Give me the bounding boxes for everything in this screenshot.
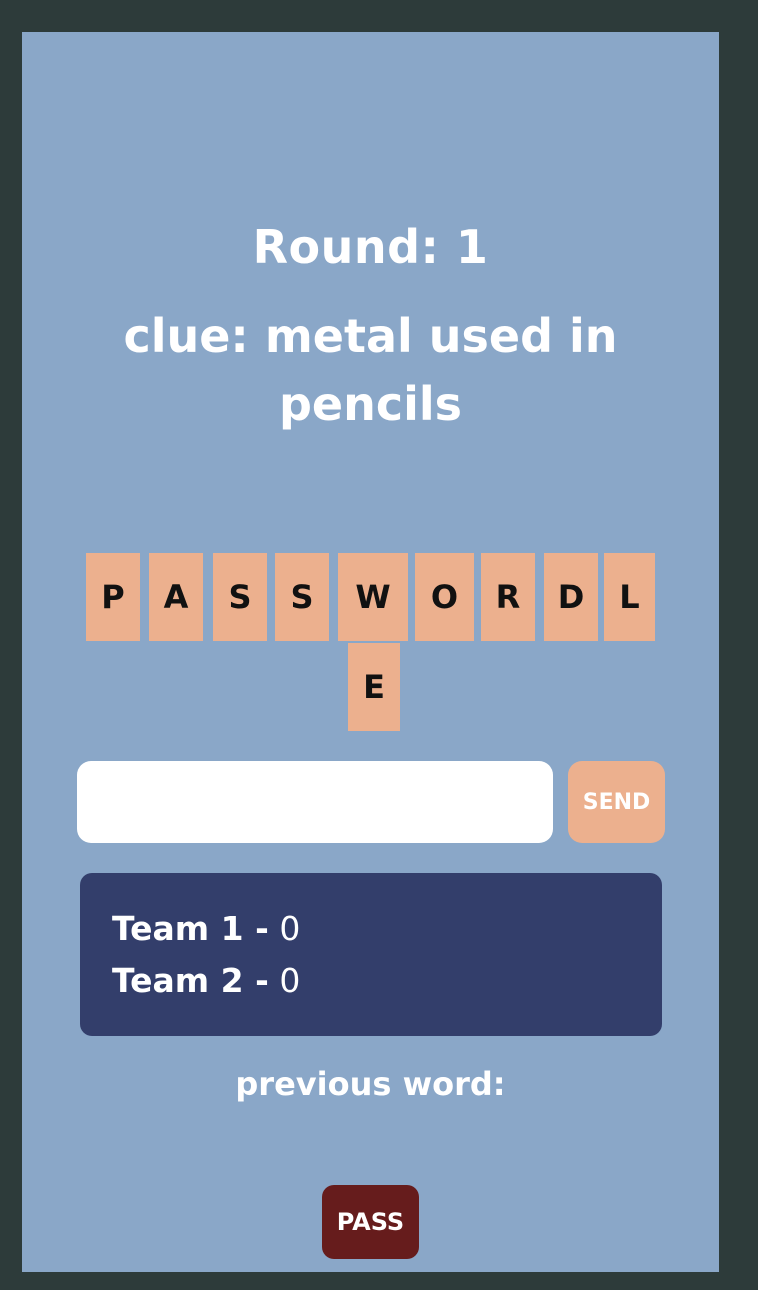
- round-title: Round: 1: [252, 220, 489, 274]
- letter-tile: D: [544, 553, 598, 641]
- letter-tile: P: [86, 553, 140, 641]
- letter-tile: A: [149, 553, 203, 641]
- game-panel: Round: 1 clue: metal used in pencils P A…: [22, 32, 719, 1272]
- letter-tile: L: [604, 553, 655, 641]
- previous-word-label: previous word:: [235, 1065, 506, 1103]
- send-button[interactable]: SEND: [568, 761, 665, 843]
- letter-tile: W: [338, 553, 408, 641]
- letter-tile: O: [415, 553, 474, 641]
- pass-button[interactable]: PASS: [322, 1185, 419, 1259]
- clue-text: clue: metal used in pencils: [123, 309, 618, 431]
- letter-tile: S: [275, 553, 329, 641]
- guess-input[interactable]: [77, 761, 553, 843]
- letter-tile: R: [481, 553, 535, 641]
- team-1-name: Team 1 -: [112, 909, 269, 948]
- team-2-name: Team 2 -: [112, 961, 269, 1000]
- team-2-score-row: Team 2 - 0: [112, 955, 630, 1007]
- letter-tile: E: [348, 643, 400, 731]
- team-1-score-row: Team 1 - 0: [112, 903, 630, 955]
- team-2-score: 0: [279, 961, 301, 1000]
- scoreboard: Team 1 - 0 Team 2 - 0: [80, 873, 662, 1036]
- letter-tile: S: [213, 553, 267, 641]
- team-1-score: 0: [279, 909, 301, 948]
